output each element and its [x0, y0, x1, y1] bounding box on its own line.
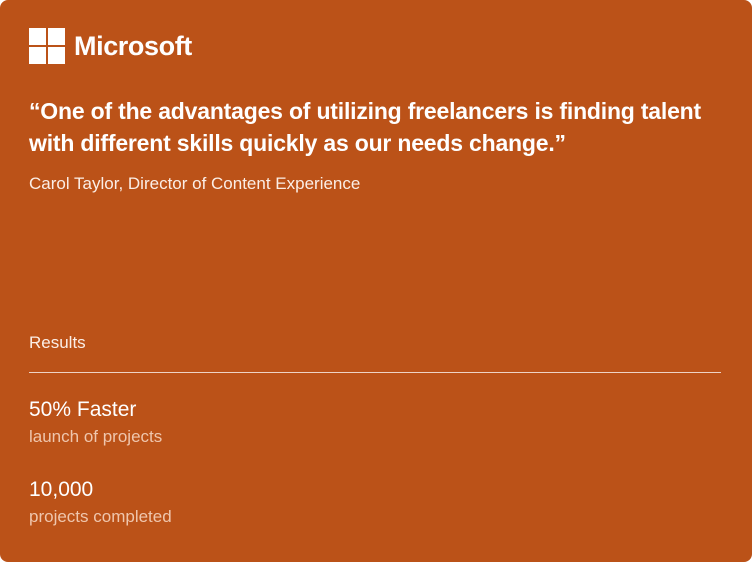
logo-wordmark: Microsoft	[74, 31, 192, 61]
case-study-card: Microsoft “One of the advantages of util…	[0, 0, 752, 562]
testimonial-quote: “One of the advantages of utilizing free…	[29, 98, 701, 156]
microsoft-logo-icon	[29, 28, 65, 64]
testimonial-attribution: Carol Taylor, Director of Content Experi…	[29, 174, 361, 193]
results-divider	[29, 372, 721, 373]
company-logo: Microsoft	[29, 28, 192, 64]
metric-caption: launch of projects	[29, 427, 163, 446]
results-heading: Results	[29, 333, 86, 352]
metric-value: 10,000	[29, 478, 94, 501]
result-metric: 10,000 projects completed	[29, 477, 172, 528]
metric-caption: projects completed	[29, 507, 172, 526]
metric-value: 50% Faster	[29, 398, 137, 421]
result-metric: 50% Faster launch of projects	[29, 397, 162, 448]
